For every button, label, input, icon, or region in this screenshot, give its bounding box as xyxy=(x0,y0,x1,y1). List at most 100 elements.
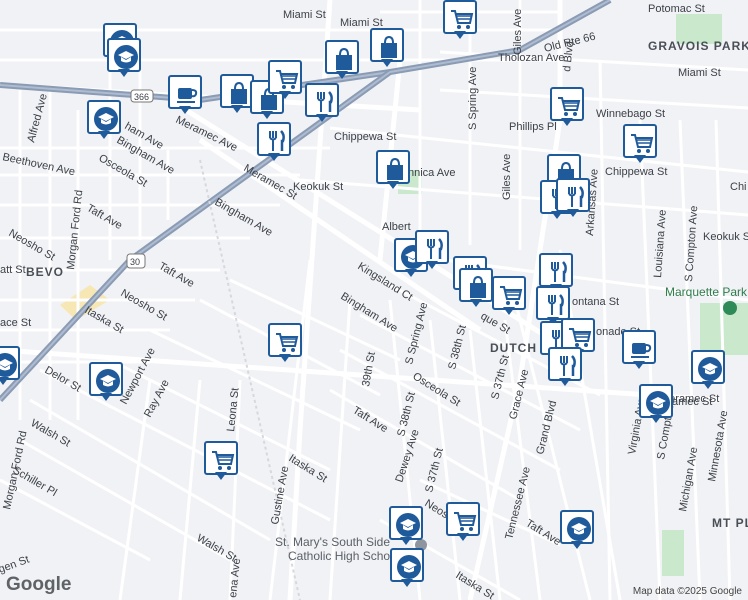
shopping-cart-icon xyxy=(631,134,654,153)
marker-box xyxy=(536,286,570,320)
marker-box xyxy=(443,0,477,34)
cafe-marker[interactable] xyxy=(168,75,202,115)
marker-pointer xyxy=(405,269,417,277)
marker-box xyxy=(459,268,493,302)
shopping-bag-icon xyxy=(470,275,486,298)
road-label-louisiana-ave: Louisiana Ave xyxy=(652,209,669,278)
road-label-taft-ave-4: Taft Ave xyxy=(523,517,562,548)
marker-box xyxy=(691,350,725,384)
marker-pointer xyxy=(426,261,438,269)
area-label-mt-pleasant: MT PL xyxy=(712,516,748,530)
marker-box xyxy=(268,60,302,94)
grocery-marker[interactable] xyxy=(204,441,238,481)
school-icon xyxy=(0,353,17,377)
marker-box xyxy=(325,40,359,74)
marker-pointer xyxy=(98,131,110,139)
school-marker[interactable] xyxy=(639,384,673,424)
map-base-layer: Miami St Miami St Miami St Old Rte 66 Po… xyxy=(0,0,748,600)
road-label-ramec-st: amec St xyxy=(672,396,712,408)
restaurant-icon xyxy=(551,261,567,282)
shopping-bag-icon xyxy=(231,81,247,104)
school-icon xyxy=(698,357,722,381)
place-label-marquette-park: Marquette Park xyxy=(665,285,748,299)
road-label-neosho-st-2: Neosho St xyxy=(119,287,169,323)
place-label-st-marys-line1: St. Mary's South Side xyxy=(275,535,390,549)
marker-pointer xyxy=(454,31,466,39)
restaurant-icon xyxy=(269,130,285,151)
marker-pointer xyxy=(561,118,573,126)
restaurant-marker[interactable] xyxy=(305,83,339,123)
marker-pointer xyxy=(503,307,515,315)
shopping-marker[interactable] xyxy=(376,150,410,190)
shopping-marker[interactable] xyxy=(325,40,359,80)
restaurant-marker[interactable] xyxy=(415,230,449,270)
shopping-bag-icon xyxy=(381,35,397,58)
road-label-giles-ave-2: Giles Ave xyxy=(501,154,513,200)
school-marker[interactable] xyxy=(390,548,424,588)
shopping-marker[interactable] xyxy=(220,74,254,114)
restaurant-icon xyxy=(548,294,564,315)
road-label-meramec-st-1: Meramec St xyxy=(242,162,299,202)
road-label-alfred-ave: Alfred Ave xyxy=(25,92,50,143)
school-icon xyxy=(96,369,120,393)
map-attribution: Map data ©2025 Google xyxy=(632,586,742,597)
cafe-icon xyxy=(631,343,652,358)
grocery-marker[interactable] xyxy=(623,124,657,164)
marker-pointer xyxy=(261,111,273,119)
cafe-marker[interactable] xyxy=(622,330,656,370)
road-label-taft-ave-2: Taft Ave xyxy=(157,260,197,290)
road-label-albert: Albert xyxy=(382,221,411,233)
restaurant-marker[interactable] xyxy=(556,178,590,218)
school-marker[interactable] xyxy=(0,346,20,386)
restaurant-icon xyxy=(427,238,443,259)
grocery-marker[interactable] xyxy=(550,87,584,127)
road-label-chippewa-st-1: Chippewa St xyxy=(334,131,396,143)
marker-pointer xyxy=(179,106,191,114)
marker-box xyxy=(389,506,423,540)
park-pin-icon xyxy=(723,301,737,315)
grocery-marker[interactable] xyxy=(268,60,302,100)
school-marker[interactable] xyxy=(107,38,141,78)
marker-box xyxy=(305,83,339,117)
road-label-taft-ave-1: Taft Ave xyxy=(85,202,125,232)
school-marker[interactable] xyxy=(89,362,123,402)
restaurant-marker[interactable] xyxy=(548,347,582,387)
grocery-marker[interactable] xyxy=(446,502,480,542)
restaurant-marker[interactable] xyxy=(257,122,291,162)
marker-box xyxy=(0,346,20,380)
marker-box xyxy=(107,38,141,72)
school-marker[interactable] xyxy=(560,510,594,550)
road-label-ace-st: ace St xyxy=(0,317,31,329)
marker-pointer xyxy=(118,69,130,77)
marker-box xyxy=(622,330,656,364)
shopping-marker[interactable] xyxy=(370,28,404,68)
cafe-icon xyxy=(177,88,198,103)
road-label-miami-st-3: Miami St xyxy=(678,67,721,79)
grocery-marker[interactable] xyxy=(492,276,526,316)
marker-box xyxy=(168,75,202,109)
marker-pointer xyxy=(279,91,291,99)
school-marker[interactable] xyxy=(87,100,121,140)
marker-box xyxy=(87,100,121,134)
marker-pointer xyxy=(268,153,280,161)
road-label-tholozan-ave: Tholozan Ave xyxy=(498,52,564,64)
marker-pointer xyxy=(400,537,412,545)
restaurant-icon xyxy=(560,355,576,376)
road-label-gustine-ave: Gustine Ave xyxy=(269,465,291,525)
grocery-marker[interactable] xyxy=(443,0,477,40)
marker-pointer xyxy=(279,354,291,362)
shopping-marker[interactable] xyxy=(459,268,493,308)
map-canvas[interactable]: Miami St Miami St Miami St Old Rte 66 Po… xyxy=(0,0,748,600)
shopping-cart-icon xyxy=(276,333,299,352)
marker-pointer xyxy=(567,209,579,217)
shopping-cart-icon xyxy=(276,70,299,89)
grocery-marker[interactable] xyxy=(268,323,302,363)
road-label-keokuk-st-2: Keokuk St xyxy=(703,231,748,243)
marker-box xyxy=(415,230,449,264)
marker-pointer xyxy=(571,541,583,549)
school-marker[interactable] xyxy=(389,506,423,546)
restaurant-icon xyxy=(317,91,333,112)
school-marker[interactable] xyxy=(691,350,725,390)
shopping-cart-icon xyxy=(451,10,474,29)
marker-box xyxy=(560,510,594,544)
